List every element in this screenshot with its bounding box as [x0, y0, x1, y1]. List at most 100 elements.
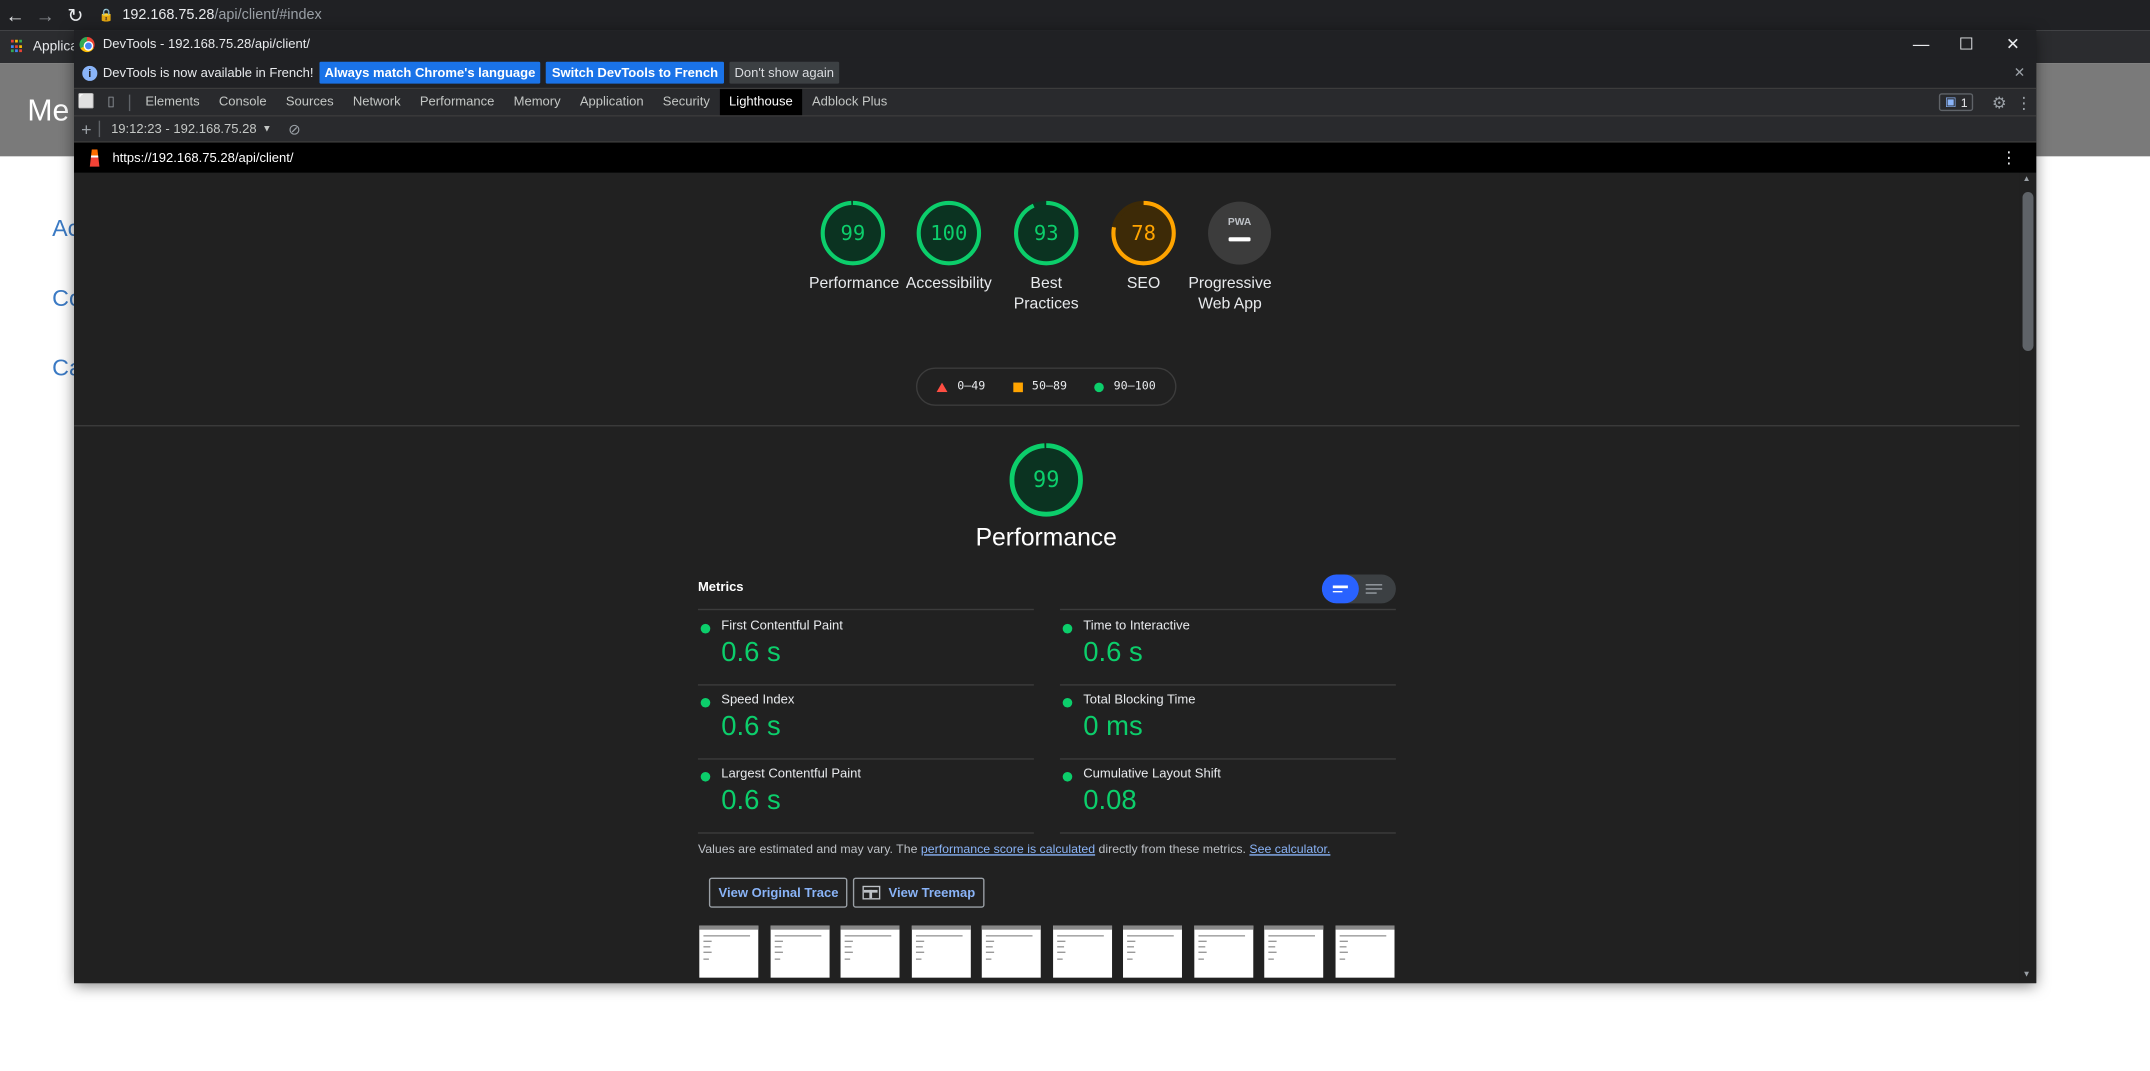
apps-icon[interactable]	[10, 39, 25, 54]
gauge-score: 99	[841, 221, 866, 245]
switch-to-french-button[interactable]: Switch DevTools to French	[546, 61, 724, 84]
gauge-score: 93	[1034, 221, 1059, 245]
gauge-label: Performance	[809, 275, 900, 293]
gauge-performance[interactable]: 99 Performance	[809, 200, 900, 295]
metrics-view-toggle[interactable]	[1321, 574, 1396, 604]
metrics-divider-left	[697, 608, 1034, 611]
tab-performance[interactable]: Performance	[410, 89, 504, 115]
metric-name: Time to Interactive	[1083, 618, 1190, 634]
gauge-pwa[interactable]: PWA Progressive Web App	[1186, 200, 1293, 315]
pass-indicator	[700, 623, 711, 634]
score-legend: 0–49 50–89 90–100	[915, 367, 1177, 406]
tab-adblock-plus[interactable]: Adblock Plus	[802, 89, 897, 115]
gear-icon[interactable]: ⚙	[1987, 89, 2012, 115]
url-path: /api/client/#index	[214, 6, 322, 24]
gauge-accessibility[interactable]: 100 Accessibility	[905, 200, 993, 295]
gauge-ring: 93	[1014, 200, 1079, 266]
expanded-view-icon[interactable]	[1365, 575, 1393, 604]
gauge-ring: 99	[820, 200, 886, 266]
tab-application[interactable]: Application	[570, 89, 653, 115]
scroll-up-icon[interactable]: ▲	[2023, 176, 2031, 184]
tab-security[interactable]: Security	[653, 89, 719, 115]
view-treemap-button[interactable]: View Treemap	[852, 877, 985, 908]
metric-value: 0.6 s	[721, 711, 781, 742]
issues-badge[interactable]: ▣ 1	[1939, 93, 1974, 112]
device-toolbar-icon[interactable]: ▯	[99, 89, 124, 115]
filmstrip-frame	[1264, 925, 1324, 978]
maximize-icon[interactable]: ☐	[1943, 30, 1990, 57]
legend-pass-label: 90–100	[1113, 379, 1156, 394]
scroll-down-icon[interactable]: ▼	[2023, 971, 2031, 979]
lighthouse-toolbar: + 19:12:23 - 192.168.75.28 ▼ ⊘	[74, 116, 2037, 143]
section-divider	[74, 425, 2020, 427]
metric-name: Total Blocking Time	[1083, 692, 1196, 708]
compact-view-icon[interactable]	[1321, 574, 1359, 604]
devtools-titlebar: DevTools - 192.168.75.28/api/client/ — ☐…	[74, 30, 2037, 58]
minimize-icon[interactable]: —	[1898, 30, 1945, 57]
address-bar[interactable]: 🔒 192.168.75.28/api/client/#index	[99, 3, 322, 28]
main-gauge-title: Performance	[975, 523, 1117, 552]
metric-speed-index: Speed Index 0.6 s	[697, 686, 1034, 760]
gauge-seo[interactable]: 78 SEO	[1100, 200, 1188, 295]
square-icon	[1012, 381, 1023, 392]
more-vertical-icon[interactable]: ⋮	[2012, 89, 2037, 115]
metric-first-contentful-paint: First Contentful Paint 0.6 s	[697, 612, 1034, 686]
filmstrip-frame	[699, 925, 759, 978]
metric-value: 0 ms	[1083, 711, 1143, 742]
legend-fail-label: 0–49	[957, 379, 986, 394]
main-performance-gauge[interactable]: 99	[1008, 442, 1085, 519]
inspect-element-icon[interactable]: ⬜	[74, 89, 99, 115]
message-icon: ▣	[1945, 94, 1957, 109]
report-selector-label: 19:12:23 - 192.168.75.28	[111, 121, 257, 137]
metric-name: First Contentful Paint	[721, 618, 843, 634]
close-infobar-icon[interactable]: ✕	[2014, 65, 2026, 80]
tab-lighthouse[interactable]: Lighthouse	[719, 89, 803, 116]
reload-icon[interactable]: ↻	[60, 0, 90, 30]
tab-network[interactable]: Network	[343, 89, 410, 115]
gauge-score: 100	[930, 221, 967, 245]
metric-value: 0.6 s	[721, 637, 781, 668]
gauge-best-practices[interactable]: 93 Best Practices	[1002, 200, 1090, 315]
back-icon[interactable]: ←	[0, 0, 30, 30]
plus-icon[interactable]: +	[74, 116, 99, 142]
dont-show-again-button[interactable]: Don't show again	[729, 61, 840, 84]
always-match-language-button[interactable]: Always match Chrome's language	[319, 61, 541, 84]
tab-elements[interactable]: Elements	[136, 89, 210, 115]
bookmark-apps[interactable]: Applica	[33, 39, 78, 54]
filmstrip-frame	[1052, 925, 1112, 978]
devtools-tab-bar: ⬜ ▯ Elements Console Sources Network Per…	[74, 89, 2037, 117]
see-calculator-link[interactable]: See calculator.	[1249, 842, 1330, 856]
view-original-trace-label: View Original Trace	[718, 885, 839, 901]
info-icon: i	[82, 65, 98, 81]
pass-indicator	[1062, 697, 1073, 708]
tab-memory[interactable]: Memory	[504, 89, 570, 115]
metrics-title: Metrics	[697, 580, 744, 596]
dropdown-icon: ▼	[262, 124, 272, 134]
lighthouse-report: 99 Performance 100 Accessibility 93 Best Prac…	[74, 172, 2020, 984]
forward-icon[interactable]: →	[30, 0, 60, 30]
report-selector[interactable]: 19:12:23 - 192.168.75.28 ▼	[111, 121, 272, 136]
pass-indicator	[700, 697, 711, 708]
score-calculated-link[interactable]: performance score is calculated	[921, 842, 1095, 856]
metric-name: Cumulative Layout Shift	[1083, 766, 1221, 782]
clear-icon[interactable]: ⊘	[288, 120, 301, 137]
gauge-label: Best Practices	[1013, 275, 1079, 313]
legend-fail: 0–49	[936, 379, 986, 394]
report-menu-icon[interactable]: ⋮	[2001, 148, 2017, 167]
filmstrip-frame	[1123, 925, 1182, 978]
gauge-label: Progressive Web App	[1188, 275, 1272, 313]
page-title: Me	[27, 93, 70, 128]
metric-value: 0.08	[1083, 785, 1137, 816]
tab-sources[interactable]: Sources	[276, 89, 343, 115]
devtools-window-title: DevTools - 192.168.75.28/api/client/	[102, 36, 310, 52]
metrics-note: Values are estimated and may vary. The p…	[698, 842, 1330, 856]
close-window-icon[interactable]: ✕	[1990, 30, 2037, 57]
url-host: 192.168.75.28	[122, 6, 215, 24]
view-original-trace-button[interactable]: View Original Trace	[708, 877, 849, 908]
filmstrip-frame	[981, 925, 1041, 978]
filmstrip-frame	[1193, 925, 1253, 978]
metric-name: Speed Index	[721, 692, 795, 708]
tab-console[interactable]: Console	[209, 89, 276, 115]
report-url[interactable]: https://192.168.75.28/api/client/	[112, 150, 293, 165]
scrollbar-thumb[interactable]	[2022, 191, 2034, 352]
